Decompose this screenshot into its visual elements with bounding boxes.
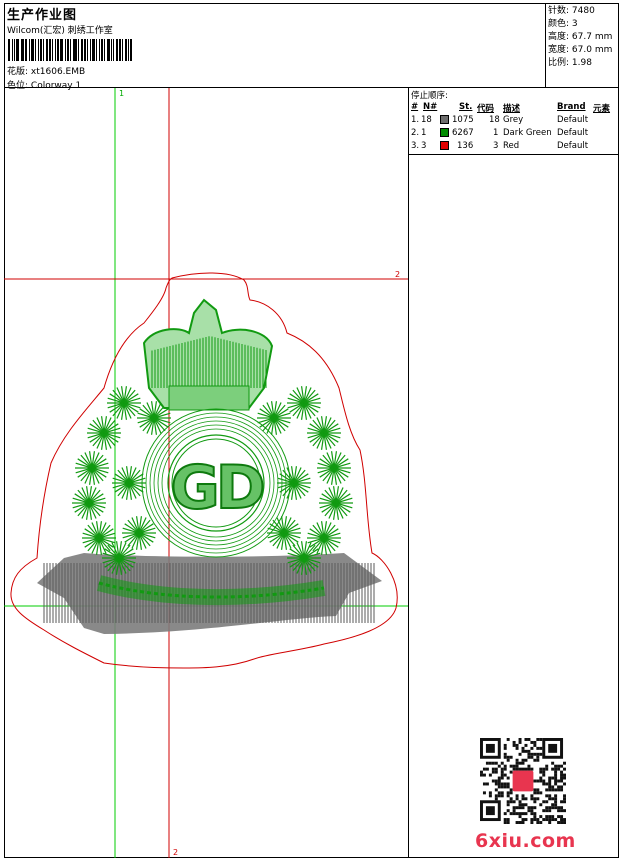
wreath-left — [72, 386, 171, 575]
stop-sequence-title: 停止顺序: — [411, 91, 448, 101]
table-row[interactable]: 2. 1 6267 1 Dark Green Default — [409, 128, 619, 140]
color-count: 颜色: 3 — [548, 19, 578, 29]
design-ratio: 比例: 1.98 — [548, 58, 592, 68]
stitch-count: 针数: 7480 — [548, 6, 595, 16]
crown — [142, 298, 274, 411]
col-header-code: 代码 — [477, 104, 495, 114]
table-row[interactable]: 3. 3 136 3 Red Default — [409, 141, 619, 153]
header-info: 生产作业图 Wilcom(汇宏) 刺绣工作室 花版: xt1606.EMB 色位… — [4, 3, 546, 91]
wreath-right — [257, 386, 353, 575]
design-value: xt1606.EMB — [30, 67, 86, 77]
qr-code — [480, 738, 566, 824]
guide-label-1: 1 — [119, 89, 124, 98]
col-header-num: # — [411, 102, 419, 112]
stats-panel: 针数: 7480 颜色: 3 高度: 67.7 mm 宽度: 67.0 mm 比… — [546, 3, 619, 88]
color-swatch — [440, 115, 449, 124]
col-header-needle: N# — [423, 102, 438, 112]
guide-label-2-right: 2 — [395, 270, 400, 279]
col-header-stitches: St. — [459, 102, 473, 112]
design-canvas[interactable]: 1 2 2 GD — [4, 88, 409, 858]
design-line: 花版: xt1606.EMB — [7, 64, 85, 77]
design-label: 花版: — [7, 67, 29, 77]
embroidery-preview: 1 2 2 GD — [4, 88, 408, 858]
color-swatch — [440, 141, 449, 150]
company-name: Wilcom(汇宏) 刺绣工作室 — [7, 26, 113, 36]
barcode — [8, 39, 134, 61]
color-swatch — [440, 128, 449, 137]
col-header-element: 元素 — [593, 104, 611, 114]
stop-sequence-panel: 停止顺序: # N# St. 代码 描述 Brand 元素 1. 18 1075… — [409, 88, 619, 155]
page-title: 生产作业图 — [7, 8, 78, 23]
guide-label-2-bottom: 2 — [173, 848, 178, 857]
col-header-description: 描述 — [503, 104, 521, 114]
design-height: 高度: 67.7 mm — [548, 32, 613, 42]
col-header-brand: Brand — [557, 102, 586, 112]
table-row[interactable]: 1. 18 1075 18 Grey Default — [409, 115, 619, 127]
design-width: 宽度: 67.0 mm — [548, 45, 613, 55]
badge-initials: GD — [170, 453, 262, 523]
watermark-logo: 6xiu.com — [475, 830, 576, 852]
